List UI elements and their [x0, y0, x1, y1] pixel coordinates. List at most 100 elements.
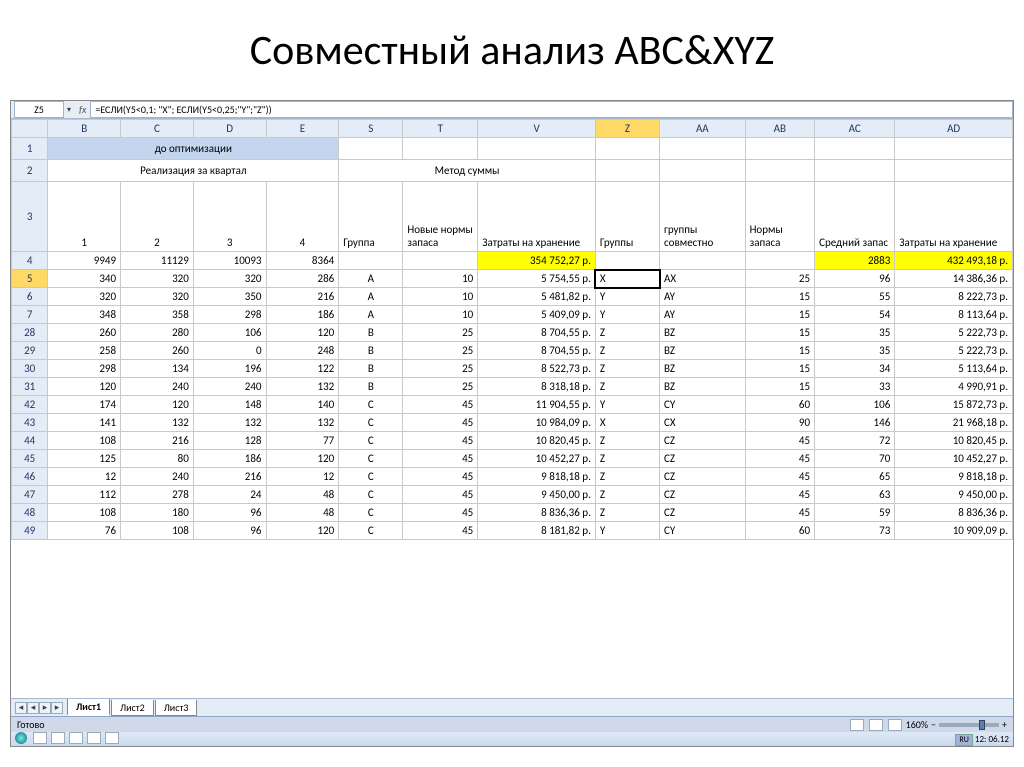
cell[interactable]: 148: [193, 396, 266, 414]
cell[interactable]: CZ: [660, 468, 746, 486]
taskbar-excel-icon[interactable]: [87, 732, 101, 744]
cell[interactable]: 120: [266, 522, 339, 540]
name-box[interactable]: Z5: [14, 101, 64, 118]
cell[interactable]: 140: [266, 396, 339, 414]
row-header[interactable]: 47: [12, 486, 48, 504]
cell[interactable]: Затраты на хранение: [895, 182, 1013, 252]
cell[interactable]: Z: [595, 342, 659, 360]
cell[interactable]: 54: [815, 306, 895, 324]
cell[interactable]: 11129: [121, 252, 194, 270]
cell[interactable]: 8 704,55 р.: [478, 324, 596, 342]
cell[interactable]: 45: [403, 432, 478, 450]
cell[interactable]: Z: [595, 468, 659, 486]
cell[interactable]: 25: [403, 378, 478, 396]
cell[interactable]: [815, 160, 895, 182]
cell[interactable]: 76: [48, 522, 121, 540]
zoom-level[interactable]: 160%: [906, 718, 928, 731]
cell[interactable]: [815, 138, 895, 160]
cell[interactable]: [895, 160, 1013, 182]
cell[interactable]: 5 409,09 р.: [478, 306, 596, 324]
cell[interactable]: 108: [48, 432, 121, 450]
cell[interactable]: 10 820,45 р.: [895, 432, 1013, 450]
zoom-slider[interactable]: [939, 723, 999, 727]
cell[interactable]: [660, 138, 746, 160]
row-header[interactable]: 44: [12, 432, 48, 450]
cell[interactable]: 10 820,45 р.: [478, 432, 596, 450]
cell[interactable]: [745, 160, 815, 182]
cell[interactable]: C: [339, 486, 403, 504]
cell[interactable]: 196: [193, 360, 266, 378]
cell[interactable]: 320: [121, 270, 194, 288]
cell[interactable]: CZ: [660, 432, 746, 450]
cell[interactable]: 122: [266, 360, 339, 378]
cell[interactable]: 106: [815, 396, 895, 414]
cell[interactable]: 4 990,91 р.: [895, 378, 1013, 396]
cell[interactable]: 12: [48, 468, 121, 486]
cell[interactable]: 96: [193, 522, 266, 540]
col-header[interactable]: E: [266, 120, 339, 138]
cell[interactable]: 120: [121, 396, 194, 414]
cell[interactable]: Реализация за квартал: [48, 160, 339, 182]
sheet-tab-1[interactable]: Лист1: [67, 699, 110, 716]
cell[interactable]: [745, 138, 815, 160]
cell[interactable]: [403, 138, 478, 160]
cell[interactable]: группы совместно: [660, 182, 746, 252]
cell[interactable]: 354 752,27 р.: [478, 252, 596, 270]
tab-first-icon[interactable]: ◂: [15, 702, 27, 714]
cell[interactable]: AY: [660, 306, 746, 324]
cell[interactable]: CX: [660, 414, 746, 432]
cell[interactable]: 45: [745, 432, 815, 450]
cell[interactable]: AX: [660, 270, 746, 288]
cell[interactable]: 21 968,18 р.: [895, 414, 1013, 432]
cell[interactable]: C: [339, 522, 403, 540]
row-header[interactable]: 29: [12, 342, 48, 360]
cell[interactable]: 108: [121, 522, 194, 540]
col-header[interactable]: AC: [815, 120, 895, 138]
cell[interactable]: 15: [745, 306, 815, 324]
cell[interactable]: 55: [815, 288, 895, 306]
cell[interactable]: 8 181,82 р.: [478, 522, 596, 540]
cell[interactable]: Y: [595, 288, 659, 306]
start-button-icon[interactable]: [15, 732, 27, 744]
cell[interactable]: 9 450,00 р.: [895, 486, 1013, 504]
cell[interactable]: 96: [193, 504, 266, 522]
row-header[interactable]: 5: [12, 270, 48, 288]
cell[interactable]: 350: [193, 288, 266, 306]
cell[interactable]: 60: [745, 522, 815, 540]
col-header[interactable]: S: [339, 120, 403, 138]
cell[interactable]: [660, 252, 746, 270]
cell[interactable]: BZ: [660, 342, 746, 360]
cell[interactable]: 45: [403, 396, 478, 414]
cell[interactable]: 96: [815, 270, 895, 288]
row-header[interactable]: 6: [12, 288, 48, 306]
cell[interactable]: 45: [403, 522, 478, 540]
cell[interactable]: 11 904,55 р.: [478, 396, 596, 414]
cell[interactable]: C: [339, 432, 403, 450]
cell[interactable]: 216: [121, 432, 194, 450]
cell[interactable]: 2883: [815, 252, 895, 270]
cell[interactable]: [339, 138, 403, 160]
cell[interactable]: 240: [121, 468, 194, 486]
cell[interactable]: 45: [745, 468, 815, 486]
cell[interactable]: 5 754,55 р.: [478, 270, 596, 288]
col-header[interactable]: C: [121, 120, 194, 138]
cell[interactable]: 260: [48, 324, 121, 342]
taskbar-ie-icon[interactable]: [33, 732, 47, 744]
cell[interactable]: 8 222,73 р.: [895, 288, 1013, 306]
cell[interactable]: [595, 138, 659, 160]
cell[interactable]: [478, 138, 596, 160]
cell[interactable]: [595, 160, 659, 182]
col-header[interactable]: B: [48, 120, 121, 138]
tab-prev-icon[interactable]: ◂: [27, 702, 39, 714]
cell[interactable]: 15 872,73 р.: [895, 396, 1013, 414]
cell[interactable]: B: [339, 342, 403, 360]
cell[interactable]: 128: [193, 432, 266, 450]
cell[interactable]: 134: [121, 360, 194, 378]
row-header[interactable]: 45: [12, 450, 48, 468]
cell[interactable]: Группы: [595, 182, 659, 252]
cell[interactable]: 5 222,73 р.: [895, 324, 1013, 342]
cell[interactable]: 240: [121, 378, 194, 396]
cell[interactable]: 45: [745, 486, 815, 504]
cell[interactable]: 15: [745, 288, 815, 306]
cell[interactable]: BZ: [660, 360, 746, 378]
